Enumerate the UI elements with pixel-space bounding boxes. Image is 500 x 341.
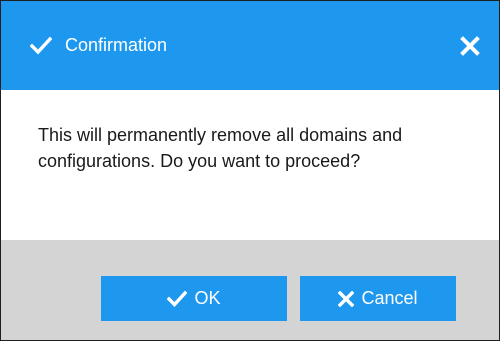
dialog-title: Confirmation [65,35,168,55]
confirmation-message: This will permanently remove all domains… [38,125,403,171]
ok-button[interactable]: OK [101,276,287,321]
confirmation-dialog: Confirmation This will permanently remov… [0,0,500,341]
cancel-button-label: Cancel [361,288,418,308]
dialog-footer: OK Cancel [1,240,499,340]
close-icon [338,290,355,307]
close-icon[interactable] [458,34,482,58]
ok-button-label: OK [194,288,221,308]
checkmark-icon [167,290,188,307]
dialog-body: This will permanently remove all domains… [1,90,499,240]
cancel-button[interactable]: Cancel [300,276,456,321]
close-button[interactable] [458,34,482,58]
dialog-titlebar: Confirmation [1,1,499,90]
checkmark-icon [29,34,53,56]
